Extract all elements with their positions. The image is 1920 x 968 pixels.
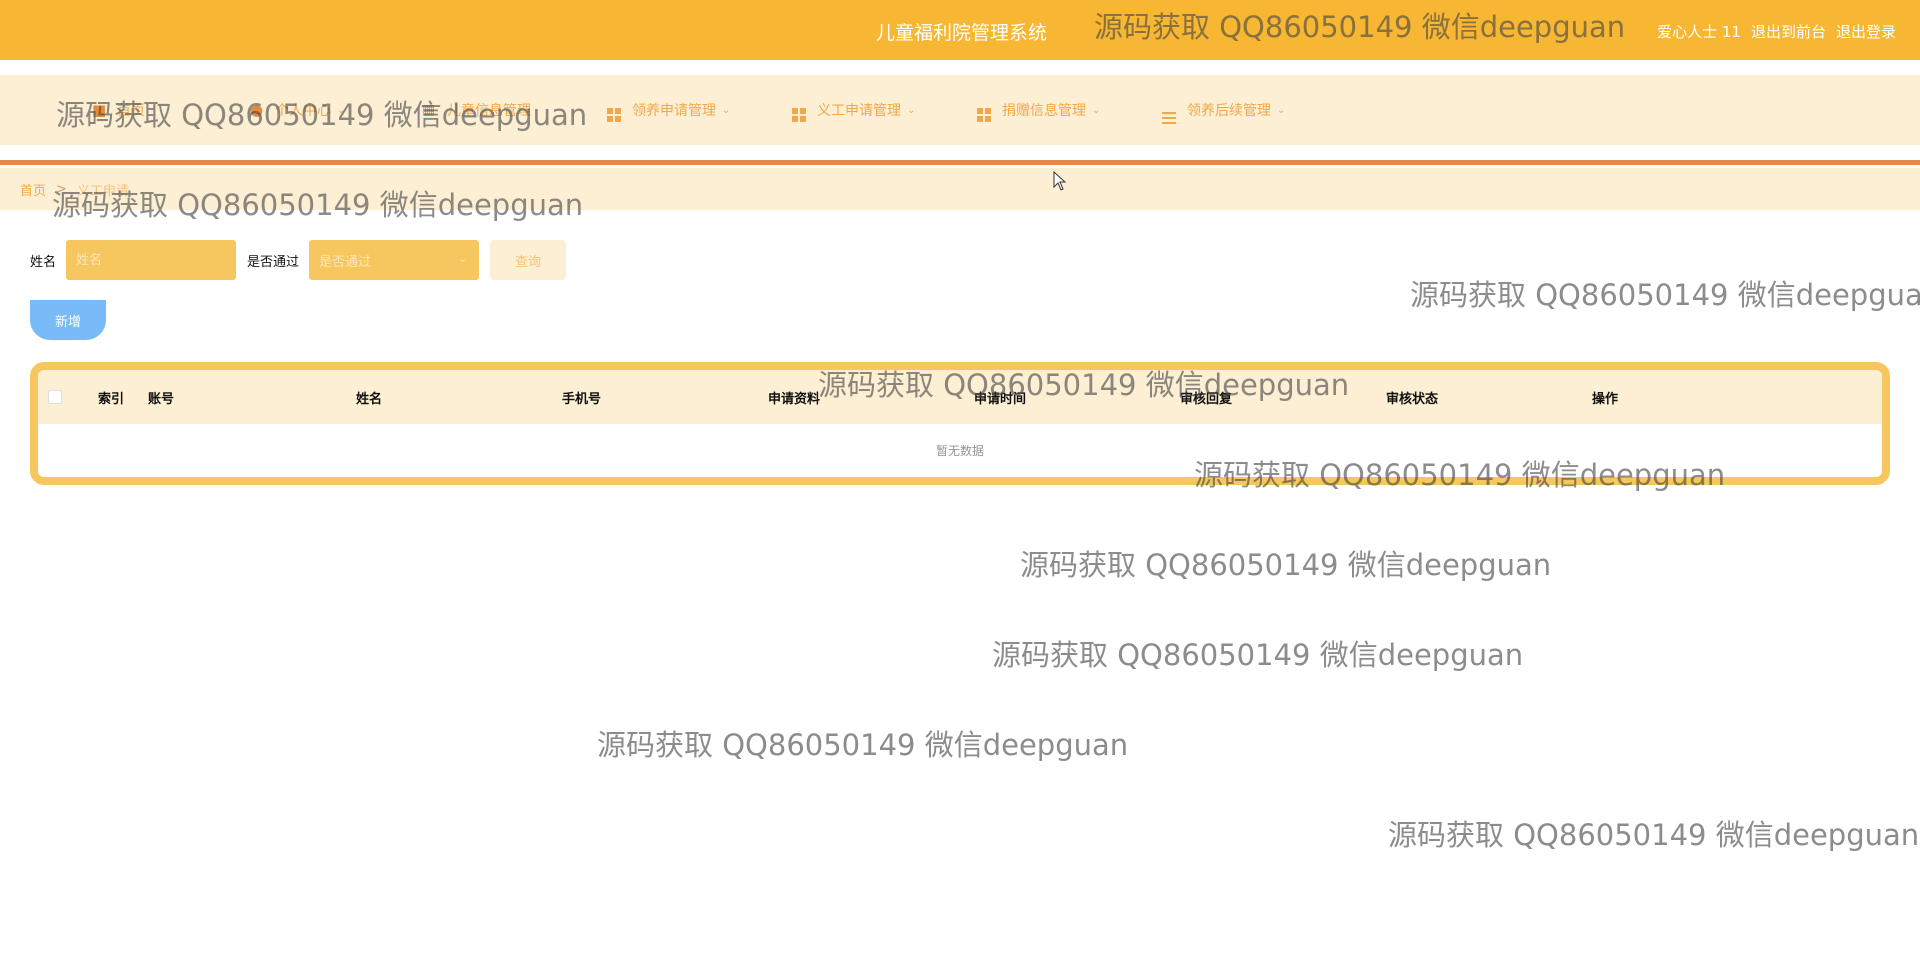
watermark-text: 源码获取 QQ86050149 微信deepguan bbox=[597, 728, 1129, 762]
column-header-materials: 申请资料 bbox=[768, 391, 821, 407]
chevron-down-icon: ⌄ bbox=[722, 104, 731, 116]
nav-item-child-info[interactable]: ▦ 儿童信息管理 bbox=[422, 75, 531, 145]
passed-select-placeholder: 是否通过 bbox=[319, 254, 372, 270]
chevron-down-icon: ⌄ bbox=[907, 104, 916, 116]
nav-item-label: 捐赠信息管理 bbox=[1002, 103, 1086, 119]
column-header-phone: 手机号 bbox=[562, 391, 602, 407]
back-to-front-link[interactable]: 退出到前台 bbox=[1751, 21, 1826, 42]
nav-item-label: 个人中心 bbox=[275, 103, 331, 119]
passed-select[interactable]: 是否通过 ⌄ bbox=[309, 240, 480, 280]
document-icon: ▦ bbox=[422, 102, 436, 118]
breadcrumb-separator: > bbox=[56, 181, 67, 197]
grid-icon bbox=[977, 102, 993, 122]
nav-item-label: 首页 bbox=[117, 103, 145, 119]
nav-item-personal-center[interactable]: ● 个人中心 ⌄ bbox=[250, 75, 345, 145]
column-header-index: 索引 bbox=[98, 391, 125, 407]
data-table: 索引 账号 姓名 手机号 申请资料 申请时间 审核回复 审核状态 操作 暂无数据 bbox=[30, 362, 1890, 485]
column-header-account: 账号 bbox=[148, 391, 175, 407]
column-header-review-status: 审核状态 bbox=[1386, 391, 1439, 407]
nav-item-adoption-followup[interactable]: 领养后续管理 ⌄ bbox=[1162, 75, 1285, 145]
breadcrumb-current: 义工申请 bbox=[76, 183, 129, 199]
mouse-cursor-icon bbox=[1053, 171, 1067, 191]
passed-label: 是否通过 bbox=[247, 254, 300, 270]
nav-item-home[interactable]: ■ 首页 bbox=[92, 75, 145, 145]
query-button[interactable]: 查询 bbox=[490, 240, 567, 280]
column-header-review-reply: 审核回复 bbox=[1180, 391, 1233, 407]
breadcrumb-home[interactable]: 首页 bbox=[20, 180, 46, 199]
nav-item-label: 义工申请管理 bbox=[817, 103, 901, 119]
watermark-text: 源码获取 QQ86050149 微信deepguan bbox=[1388, 818, 1920, 852]
grid-icon bbox=[792, 102, 808, 122]
main-nav: ■ 首页 ● 个人中心 ⌄ ▦ 儿童信息管理 领养申请管理 ⌄ 义工申请管理 ⌄… bbox=[0, 75, 1920, 145]
breadcrumb: 首页 > 义工申请 bbox=[0, 168, 1920, 210]
watermark-text: 源码获取 QQ86050149 微信deepguan bbox=[1020, 548, 1552, 582]
watermark-text: 源码获取 QQ86050149 微信deepguan bbox=[1410, 278, 1920, 312]
nav-item-volunteer-apply[interactable]: 义工申请管理 ⌄ bbox=[792, 75, 915, 145]
nav-divider bbox=[0, 160, 1920, 165]
nav-item-donation-info[interactable]: 捐赠信息管理 ⌄ bbox=[977, 75, 1100, 145]
column-header-apply-time: 申请时间 bbox=[974, 391, 1027, 407]
user-name: 爱心人士 11 bbox=[1657, 23, 1741, 41]
user-area: 爱心人士 11 退出到前台 退出登录 bbox=[1657, 21, 1896, 42]
chevron-down-icon: ⌄ bbox=[457, 252, 468, 265]
search-form: 姓名 是否通过 是否通过 ⌄ 查询 bbox=[30, 240, 567, 280]
watermark-text: 源码获取 QQ86050149 微信deepguan bbox=[992, 638, 1524, 672]
top-header: 儿童福利院管理系统 爱心人士 11 退出到前台 退出登录 bbox=[0, 0, 1920, 60]
nav-item-label: 领养后续管理 bbox=[1187, 103, 1271, 119]
logout-link[interactable]: 退出登录 bbox=[1836, 21, 1896, 42]
column-header-name: 姓名 bbox=[356, 391, 383, 407]
nav-item-label: 领养申请管理 bbox=[632, 103, 716, 119]
nav-item-adoption-apply[interactable]: 领养申请管理 ⌄ bbox=[607, 75, 730, 145]
name-label: 姓名 bbox=[30, 254, 57, 270]
empty-state: 暂无数据 bbox=[935, 444, 984, 458]
chevron-down-icon: ⌄ bbox=[337, 104, 346, 116]
select-all-checkbox[interactable] bbox=[48, 390, 62, 404]
select-all-cell bbox=[48, 370, 62, 424]
chevron-down-icon: ⌄ bbox=[1277, 104, 1286, 116]
system-title: 儿童福利院管理系统 bbox=[876, 22, 1048, 44]
table-header: 索引 账号 姓名 手机号 申请资料 申请时间 审核回复 审核状态 操作 bbox=[38, 370, 1882, 424]
person-icon: ● bbox=[250, 101, 264, 119]
list-icon bbox=[1162, 102, 1178, 124]
grid-icon bbox=[607, 102, 623, 122]
home-icon: ■ bbox=[92, 101, 107, 119]
add-button[interactable]: 新增 bbox=[30, 300, 106, 340]
nav-item-label: 儿童信息管理 bbox=[447, 103, 531, 119]
name-search-input[interactable] bbox=[66, 240, 237, 280]
chevron-down-icon: ⌄ bbox=[1092, 104, 1101, 116]
column-header-actions: 操作 bbox=[1592, 391, 1619, 407]
